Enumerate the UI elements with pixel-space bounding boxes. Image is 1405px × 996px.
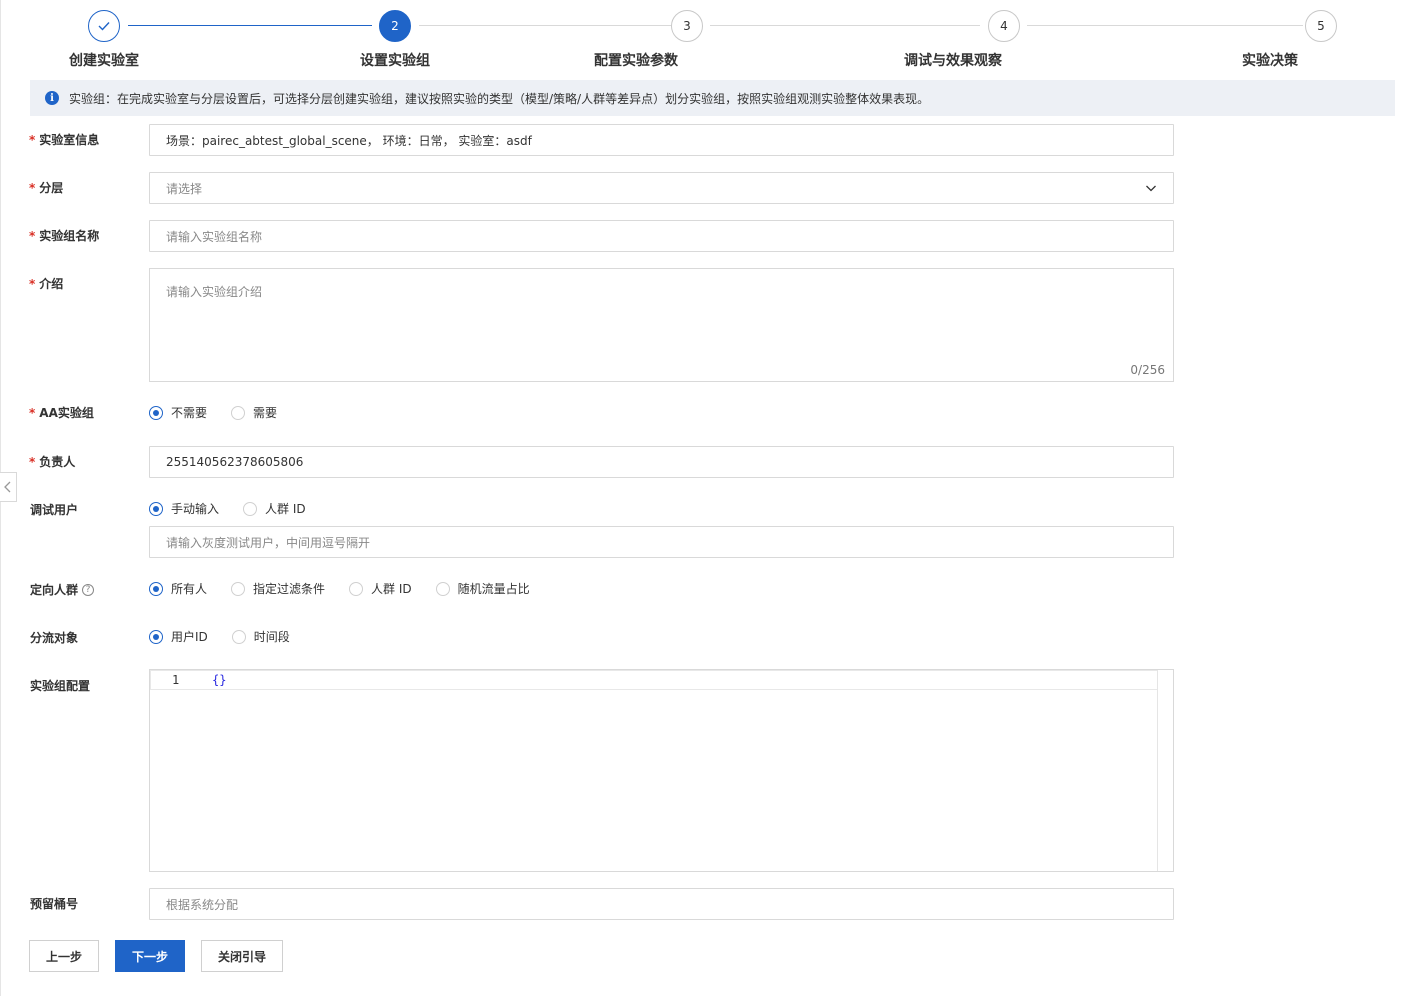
intro-textarea[interactable]: 请输入实验组介绍 0/256	[149, 268, 1174, 382]
group-name-label: * 实验组名称	[29, 228, 100, 244]
time-period-radio[interactable]: 时间段	[231, 628, 290, 645]
collapse-sidebar-handle[interactable]	[0, 472, 17, 502]
aa-group-label: * AA实验组	[29, 405, 94, 421]
check-icon	[98, 22, 110, 31]
step-5-circle: 5	[1305, 10, 1337, 42]
crowd-id-radio[interactable]: 人群 ID	[243, 500, 306, 517]
group-config-label: 实验组配置	[30, 679, 91, 693]
code-content[interactable]: {}	[212, 673, 226, 687]
step-2-title: 设置实验组	[360, 53, 430, 69]
step-connector	[128, 25, 372, 26]
close-guide-button[interactable]: 关闭引导	[201, 940, 283, 972]
aa-not-needed-radio[interactable]: 不需要	[149, 404, 207, 421]
next-step-button[interactable]: 下一步	[115, 940, 185, 972]
wizard-steps: 2 3 4 5 创建实验室 设置实验组 配置实验参数 调试与效果观察 实验决策	[0, 0, 1405, 80]
user-id-radio[interactable]: 用户ID	[149, 628, 208, 645]
all-users-radio[interactable]: 所有人	[149, 580, 207, 597]
reserved-bucket-label: 预留桶号	[30, 897, 79, 911]
aa-group-radio-group: 不需要 需要	[149, 404, 301, 421]
random-traffic-radio[interactable]: 随机流量占比	[435, 580, 530, 597]
intro-label: * 介绍	[29, 276, 64, 292]
prev-step-button[interactable]: 上一步	[29, 940, 99, 972]
manual-input-radio[interactable]: 手动输入	[149, 500, 219, 517]
required-mark: *	[29, 405, 36, 420]
editor-scrollbar[interactable]	[1157, 670, 1173, 871]
required-mark: *	[29, 180, 36, 195]
step-2-circle: 2	[379, 10, 411, 42]
step-1-circle	[88, 10, 120, 42]
debug-users-input[interactable]: 请输入灰度测试用户，中间用逗号隔开	[149, 526, 1174, 558]
layer-label: * 分层	[29, 180, 64, 196]
lab-info-label: * 实验室信息	[29, 132, 100, 148]
step-3-title: 配置实验参数	[594, 53, 678, 69]
target-crowd-label: 定向人群?	[30, 581, 95, 598]
filter-condition-radio[interactable]: 指定过滤条件	[231, 580, 325, 597]
step-connector	[710, 25, 980, 26]
target-crowd-radio-group: 所有人 指定过滤条件 人群 ID 随机流量占比	[149, 580, 554, 597]
debug-users-label: 调试用户	[30, 503, 79, 517]
lab-info-field: 场景：pairec_abtest_global_scene， 环境：日常， 实验…	[149, 124, 1174, 156]
step-4-circle: 4	[988, 10, 1020, 42]
layer-select[interactable]: 请选择	[149, 172, 1174, 204]
required-mark: *	[29, 454, 36, 469]
required-mark: *	[29, 276, 36, 291]
required-mark: *	[29, 132, 36, 147]
owner-input[interactable]: 255140562378605806	[149, 446, 1174, 478]
owner-label: * 负责人	[29, 454, 76, 470]
question-icon[interactable]: ?	[82, 583, 95, 596]
step-4-title: 调试与效果观察	[904, 53, 1002, 69]
line-number: 1	[172, 673, 180, 687]
crowd-id-radio[interactable]: 人群 ID	[349, 580, 412, 597]
split-object-radio-group: 用户ID 时间段	[149, 628, 314, 645]
info-banner: i 实验组：在完成实验室与分层设置后，可选择分层创建实验组，建议按照实验的类型（…	[30, 80, 1395, 116]
step-3-circle: 3	[671, 10, 703, 42]
step-5-title: 实验决策	[1242, 53, 1298, 69]
info-text: 实验组：在完成实验室与分层设置后，可选择分层创建实验组，建议按照实验的类型（模型…	[69, 91, 930, 106]
step-connector	[419, 25, 671, 26]
split-object-label: 分流对象	[30, 631, 79, 645]
char-counter: 0/256	[1130, 363, 1165, 377]
step-1-title: 创建实验室	[69, 53, 139, 69]
step-connector	[1027, 25, 1303, 26]
editor-active-line	[150, 670, 1158, 690]
reserved-bucket-input[interactable]: 根据系统分配	[149, 888, 1174, 920]
debug-users-radio-group: 手动输入 人群 ID	[149, 500, 330, 517]
group-name-input[interactable]: 请输入实验组名称	[149, 220, 1174, 252]
aa-needed-radio[interactable]: 需要	[231, 404, 277, 421]
required-mark: *	[29, 228, 36, 243]
chevron-left-icon	[4, 481, 11, 493]
code-editor[interactable]: 1 {}	[149, 669, 1174, 872]
info-icon: i	[45, 91, 59, 105]
chevron-down-icon	[1146, 185, 1156, 192]
